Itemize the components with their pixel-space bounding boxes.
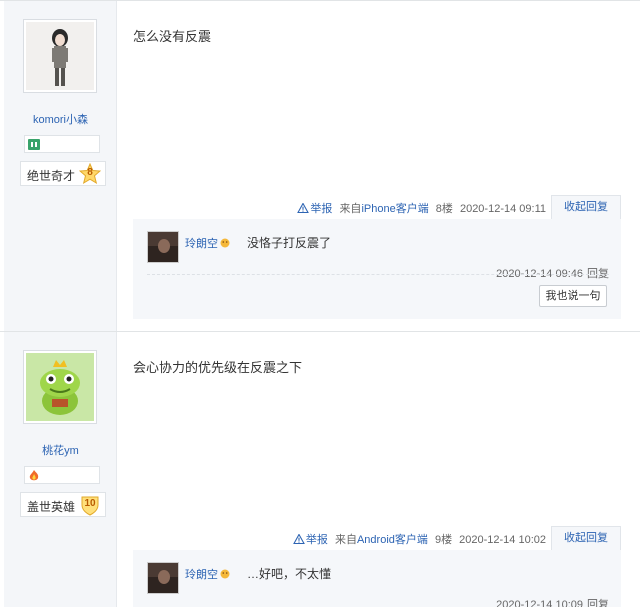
post-floor-8: komori小森 绝世奇才 8 怎么没有反震 举报 来自iPhone客户端 8楼… (0, 0, 640, 331)
post-content: 怎么没有反震 (133, 29, 212, 44)
source: 来自iPhone客户端 (339, 203, 428, 215)
level-badge[interactable]: 绝世奇才 8 (20, 161, 106, 186)
reply-text: …好吧，不太懂 (247, 567, 332, 581)
reply-divider (147, 274, 609, 275)
reply-box: 玲朗空 …好吧，不太懂 2020-12-14 10:09 回复 (133, 550, 621, 607)
level-star-icon: 8 (78, 162, 102, 185)
emoji-icon (220, 569, 230, 579)
level-name: 盖世英雄 (27, 500, 76, 514)
avatar-image (26, 22, 94, 90)
reply-username-text: 玲朗空 (185, 569, 218, 581)
level-number: 8 (87, 167, 93, 178)
username-link[interactable]: 桃花ym (4, 442, 117, 458)
fire-icon[interactable] (28, 470, 40, 481)
report-label: 举报 (310, 203, 333, 215)
post-floor-9: 桃花ym 盖世英雄 10 会心协力的优先级在反震之下 举报 来自Android客… (0, 331, 640, 607)
warning-icon (293, 534, 305, 544)
reply-avatar-image (148, 232, 178, 262)
post-meta: 举报 来自iPhone客户端 8楼 2020-12-14 09:11 (292, 200, 546, 220)
collapse-replies-button[interactable]: 收起回复 (551, 195, 621, 219)
user-sidebar: komori小森 绝世奇才 8 (4, 1, 117, 331)
source-link[interactable]: iPhone客户端 (361, 203, 428, 215)
reply-box: 玲朗空 没恪子打反震了 2020-12-14 09:46 回复 我也说一句 (133, 219, 621, 319)
source: 来自Android客户端 (335, 534, 428, 546)
collapse-replies-button[interactable]: 收起回复 (551, 526, 621, 550)
post-content: 会心协力的优先级在反震之下 (133, 360, 303, 375)
avatar[interactable] (23, 19, 97, 93)
level-name: 绝世奇才 (27, 169, 76, 183)
reply-username[interactable]: 玲朗空 (185, 235, 231, 251)
report-link[interactable]: 举报 (292, 534, 331, 546)
reply-time: 2020-12-14 10:09 (496, 599, 583, 607)
report-label: 举报 (305, 534, 328, 546)
say-something-button[interactable]: 我也说一句 (539, 285, 607, 307)
floor-number: 8楼 (435, 203, 453, 215)
post-meta: 举报 来自Android客户端 9楼 2020-12-14 10:02 (288, 531, 546, 551)
reply-item: 玲朗空 没恪子打反震了 2020-12-14 09:46 回复 (147, 231, 609, 280)
member-icons (24, 466, 100, 484)
warning-icon (297, 203, 310, 213)
level-shield-icon: 10 (79, 494, 101, 516)
reply-text: 没恪子打反震了 (247, 236, 332, 250)
post-time: 2020-12-14 10:02 (459, 534, 546, 546)
avatar-image (26, 353, 94, 421)
report-link[interactable]: 举报 (296, 203, 335, 215)
reply-username[interactable]: 玲朗空 (185, 566, 231, 582)
floor-number: 9楼 (434, 534, 453, 546)
username-link[interactable]: komori小森 (4, 111, 117, 127)
reply-username-text: 玲朗空 (185, 238, 218, 250)
member-icon[interactable] (28, 139, 40, 150)
reply-meta: 2020-12-14 09:46 回复 (492, 265, 609, 281)
source-link[interactable]: Android客户端 (357, 534, 428, 546)
reply-item: 玲朗空 …好吧，不太懂 2020-12-14 10:09 回复 (147, 562, 609, 607)
reply-meta: 2020-12-14 10:09 回复 (492, 596, 609, 607)
reply-avatar[interactable] (147, 231, 179, 263)
user-sidebar: 桃花ym 盖世英雄 10 (4, 332, 117, 607)
level-badge[interactable]: 盖世英雄 10 (20, 492, 106, 517)
level-number: 10 (84, 498, 96, 509)
avatar[interactable] (23, 350, 97, 424)
reply-button[interactable]: 回复 (587, 599, 609, 607)
member-icons (24, 135, 100, 153)
emoji-icon (220, 238, 230, 248)
source-prefix: 来自 (339, 203, 362, 215)
post-time: 2020-12-14 09:11 (459, 203, 546, 215)
reply-avatar[interactable] (147, 562, 179, 594)
source-prefix: 来自 (334, 534, 357, 546)
reply-avatar-image (148, 563, 178, 593)
